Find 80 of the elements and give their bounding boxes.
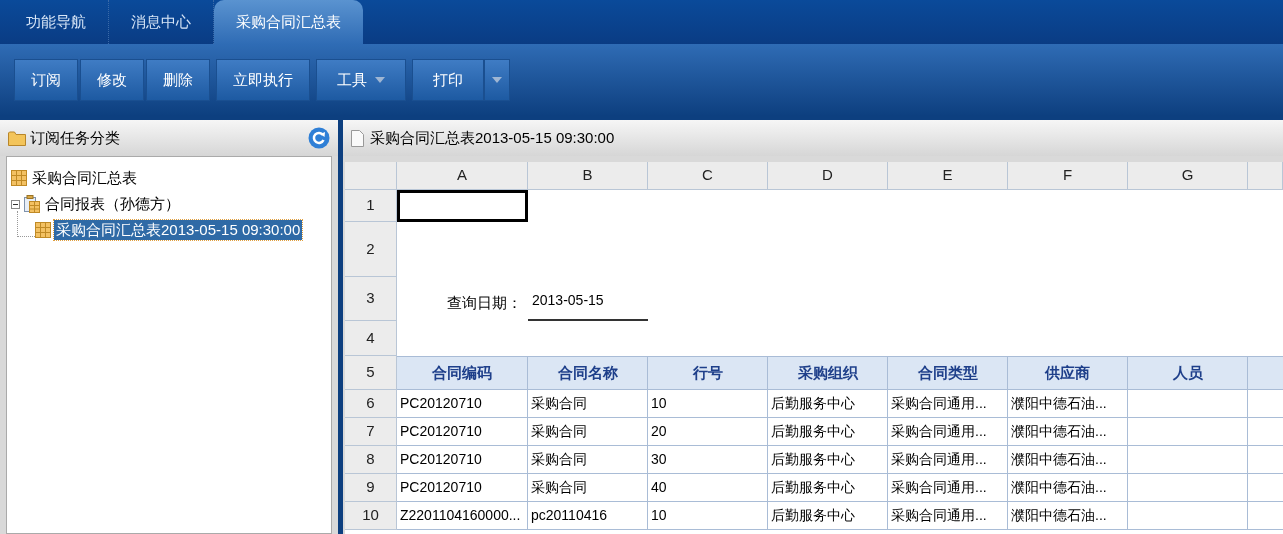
collapse-toggle[interactable] <box>11 199 20 209</box>
table-cell: PC20120710 <box>397 390 528 418</box>
column-header[interactable]: D <box>768 162 888 190</box>
row-header[interactable]: 10 <box>345 502 397 530</box>
column-header[interactable]: G <box>1128 162 1248 190</box>
table-header-cell: 合同名称 <box>528 356 648 390</box>
table-cell: 后勤服务中心 <box>768 446 888 474</box>
caret-icon <box>492 77 502 83</box>
table-cell: 采购合同通用... <box>888 390 1008 418</box>
toolbar-button[interactable]: 立即执行 <box>216 59 310 101</box>
table-cell: 濮阳中德石油... <box>1008 474 1128 502</box>
sheet-title: 采购合同汇总表2013-05-15 09:30:00 <box>370 127 615 148</box>
table-icon <box>11 170 27 186</box>
menu-button[interactable]: 工具 <box>316 59 406 101</box>
column-header[interactable]: E <box>888 162 1008 190</box>
row-header[interactable]: 8 <box>345 446 397 474</box>
table-cell: 后勤服务中心 <box>768 418 888 446</box>
folder-icon <box>8 130 26 146</box>
table-cell: 濮阳中德石油... <box>1008 390 1128 418</box>
table-header-cell: 供应商 <box>1008 356 1128 390</box>
table-cell: Z2201104160000... <box>397 502 528 530</box>
table-header-cell: 行号 <box>648 356 768 390</box>
tree-item[interactable]: 采购合同汇总表 <box>30 168 139 188</box>
table-cell: PC20120710 <box>397 418 528 446</box>
table-cell: 20 <box>648 418 768 446</box>
table-header-cell <box>1248 356 1283 390</box>
row-header[interactable]: 9 <box>345 474 397 502</box>
query-date-value: 2013-05-15 <box>528 290 648 321</box>
table-cell: 后勤服务中心 <box>768 390 888 418</box>
tree-item[interactable]: 采购合同汇总表2013-05-15 09:30:00 <box>54 220 303 240</box>
table-cell: 10 <box>648 390 768 418</box>
table-cell: 濮阳中德石油... <box>1008 502 1128 530</box>
row-header[interactable]: 5 <box>345 356 397 390</box>
table-cell: 采购合同 <box>528 418 648 446</box>
row-header[interactable]: 6 <box>345 390 397 418</box>
refresh-icon[interactable] <box>308 127 330 149</box>
print-button[interactable]: 打印 <box>412 59 484 101</box>
toolbar-button[interactable]: 修改 <box>80 59 144 101</box>
column-header[interactable]: A <box>397 162 528 190</box>
clipboard-icon <box>24 195 40 213</box>
document-icon <box>351 129 364 147</box>
table-cell: 采购合同通用... <box>888 502 1008 530</box>
caret-icon <box>375 77 385 83</box>
panel-title: 订阅任务分类 <box>30 127 121 148</box>
table-cell: pc20110416 <box>528 502 648 530</box>
row-header[interactable]: 3 <box>345 277 397 321</box>
table-cell: 采购合同通用... <box>888 474 1008 502</box>
row-header[interactable]: 1 <box>345 190 397 222</box>
table-cell: 30 <box>648 446 768 474</box>
column-header[interactable]: B <box>528 162 648 190</box>
table-cell: 采购合同 <box>528 390 648 418</box>
table-cell: 40 <box>648 474 768 502</box>
table-header-cell: 合同编码 <box>397 356 528 390</box>
column-header[interactable]: F <box>1008 162 1128 190</box>
dropdown-button[interactable] <box>484 59 510 101</box>
table-cell: 后勤服务中心 <box>768 474 888 502</box>
row-header[interactable]: 7 <box>345 418 397 446</box>
row-header[interactable]: 4 <box>345 321 397 356</box>
table-header-cell: 人员 <box>1128 356 1248 390</box>
table-cell: 采购合同通用... <box>888 418 1008 446</box>
table-cell: 采购合同通用... <box>888 446 1008 474</box>
query-label: 查询日期： <box>447 292 522 313</box>
table-cell: 采购合同 <box>528 446 648 474</box>
table-cell: 10 <box>648 502 768 530</box>
table-header-cell: 合同类型 <box>888 356 1008 390</box>
toolbar-button[interactable]: 删除 <box>146 59 210 101</box>
active-cell[interactable] <box>397 190 528 222</box>
table-cell: 采购合同 <box>528 474 648 502</box>
tab[interactable]: 采购合同汇总表 <box>214 0 363 44</box>
tree-item[interactable]: 合同报表（孙德方） <box>43 194 182 214</box>
row-header[interactable]: 2 <box>345 222 397 277</box>
toolbar-button[interactable]: 订阅 <box>14 59 78 101</box>
table-cell: PC20120710 <box>397 474 528 502</box>
table-cell: 后勤服务中心 <box>768 502 888 530</box>
table-header-cell: 采购组织 <box>768 356 888 390</box>
table-cell: PC20120710 <box>397 446 528 474</box>
column-header[interactable]: C <box>648 162 768 190</box>
table-cell: 濮阳中德石油... <box>1008 446 1128 474</box>
table-cell: 濮阳中德石油... <box>1008 418 1128 446</box>
table-icon <box>35 222 51 238</box>
